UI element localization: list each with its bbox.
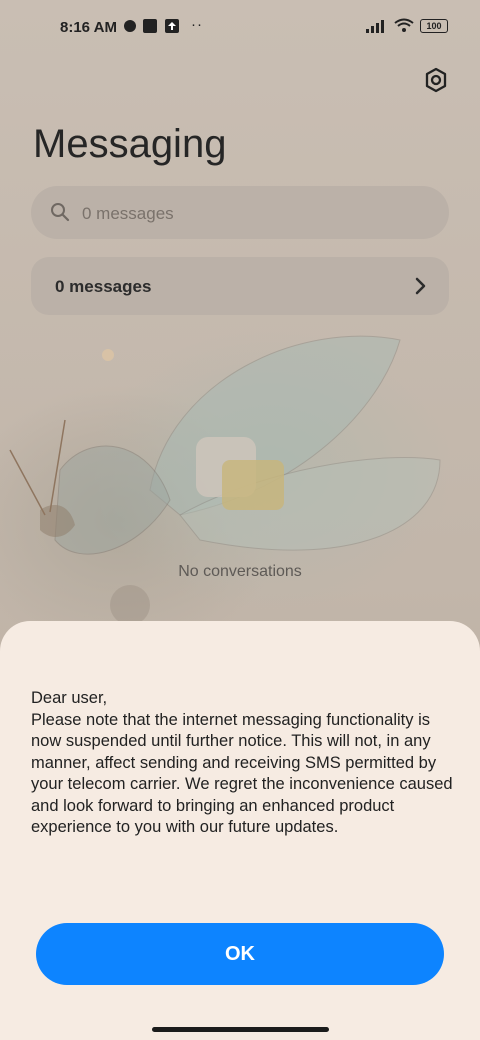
- signal-icon: [366, 19, 384, 33]
- settings-gear-icon[interactable]: [422, 66, 450, 94]
- page-title: Messaging: [33, 122, 227, 166]
- search-bar[interactable]: 0 messages: [31, 186, 449, 239]
- wifi-icon: [394, 18, 414, 32]
- status-bar: 8:16 AM ·· 100: [0, 0, 480, 56]
- home-indicator[interactable]: [152, 1027, 329, 1032]
- notification-app-icon: [124, 20, 136, 32]
- messages-summary-row[interactable]: 0 messages: [31, 257, 449, 315]
- chat-bubble-icon: [222, 460, 284, 510]
- search-icon: [51, 203, 70, 222]
- search-placeholder: 0 messages: [82, 204, 174, 223]
- empty-state-text: No conversations: [178, 563, 302, 580]
- notification-square-icon: [143, 19, 157, 33]
- ok-button[interactable]: OK: [36, 923, 444, 985]
- chevron-right-icon: [415, 277, 426, 295]
- battery-icon: 100: [420, 18, 448, 33]
- status-time: 8:16 AM: [60, 19, 117, 36]
- upload-notification-icon: [165, 19, 179, 33]
- notice-message: Dear user, Please note that the internet…: [31, 689, 453, 836]
- more-notifications-icon: ··: [191, 16, 203, 33]
- messages-summary-label: 0 messages: [55, 277, 152, 296]
